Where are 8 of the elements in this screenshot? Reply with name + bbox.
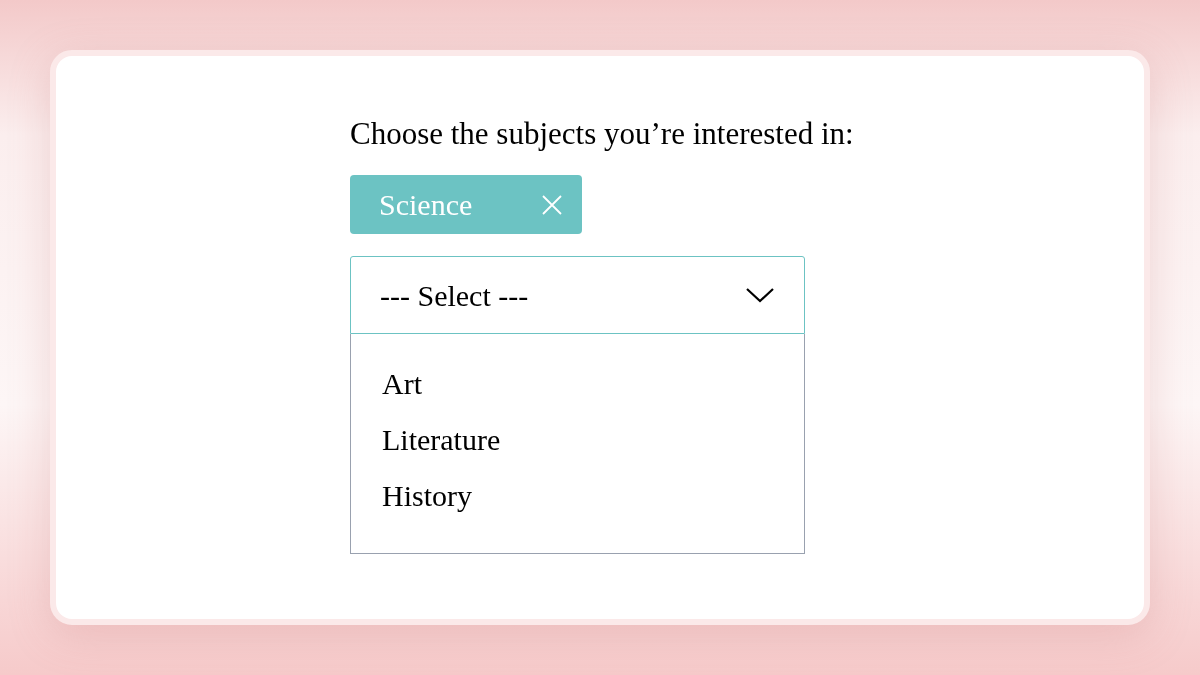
option-item[interactable]: History [382,478,472,513]
option-item[interactable]: Literature [382,422,501,457]
subject-select[interactable]: --- Select --- [350,256,805,334]
prompt-label: Choose the subjects you’re interested in: [350,118,854,150]
close-icon [541,193,563,216]
subject-tag: Science [350,175,582,234]
option-item[interactable]: Art [382,366,422,401]
chevron-down-icon [746,287,774,303]
